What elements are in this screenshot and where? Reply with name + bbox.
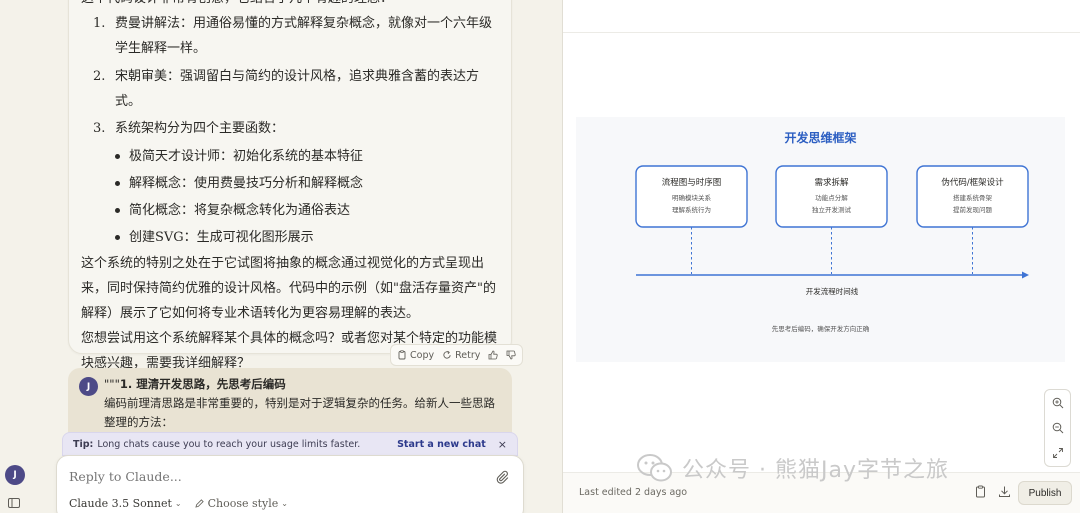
bullet-item: 极简天才设计师：初始化系统的基本特征 <box>115 143 501 170</box>
bullet-dot-icon <box>115 154 120 159</box>
timeline-label: 开发流程时间线 <box>806 286 859 296</box>
wechat-logo-icon <box>637 454 672 482</box>
style-selector[interactable]: Choose style ⌄ <box>194 497 288 510</box>
diagram-preview: 开发思维框架 流程图与时序图 明确模块关系 理解系统行为 需求拆解 功能点分解 … <box>576 117 1065 362</box>
assistant-message: 这个代码设计非常有创意，它结合了几个有趣的理念： 1. 费曼讲解法：用通俗易懂的… <box>68 0 512 371</box>
intro-text: 这个代码设计非常有创意，它结合了几个有趣的理念： <box>81 0 501 11</box>
retry-button[interactable]: Retry <box>442 350 480 361</box>
thumbs-down-button[interactable] <box>506 350 517 360</box>
usage-tip-banner: Tip: Long chats cause you to reach your … <box>62 432 518 456</box>
reply-input[interactable] <box>69 469 469 484</box>
assistant-message-text: 这个代码设计非常有创意，它结合了几个有趣的理念： 1. 费曼讲解法：用通俗易懂的… <box>81 0 501 376</box>
bullet-item: 解释概念：使用费曼技巧分析和解释概念 <box>115 170 501 197</box>
zoom-controls <box>1044 389 1071 467</box>
ordered-item: 3. 系统架构分为四个主要函数： <box>93 121 285 136</box>
bullet-item: 简化概念：将复杂概念转化为通俗表达 <box>115 197 501 224</box>
box-line: 搭建系统骨架 <box>953 193 993 202</box>
chat-pane: 这个代码设计非常有创意，它结合了几个有趣的理念： 1. 费曼讲解法：用通俗易懂的… <box>0 0 562 513</box>
paperclip-icon[interactable] <box>495 470 509 484</box>
watermark-text: 公众号 · 熊猫Jay字节之旅 <box>682 458 949 483</box>
publish-button[interactable]: Publish <box>1018 481 1072 505</box>
box-line: 提前发现问题 <box>953 205 993 214</box>
ordered-item: 2. 宋朝审美：强调留白与简约的设计风格，追求典雅含蓄的表达方式。 <box>93 69 480 109</box>
model-selector[interactable]: Claude 3.5 Sonnet ⌄ <box>69 497 182 510</box>
watermark: 公众号 · 熊猫Jay字节之旅 <box>636 450 949 486</box>
chevron-down-icon: ⌄ <box>281 499 288 508</box>
app-window: 这个代码设计非常有创意，它结合了几个有趣的理念： 1. 费曼讲解法：用通俗易懂的… <box>0 0 1080 513</box>
diagram-title: 开发思维框架 <box>784 130 856 145</box>
box-title: 伪代码/框架设计 <box>941 177 1004 188</box>
thumbs-up-icon <box>488 350 499 360</box>
arrow-head-icon <box>1022 271 1029 279</box>
download-icon[interactable] <box>998 485 1011 498</box>
reply-composer: Claude 3.5 Sonnet ⌄ Choose style ⌄ <box>56 455 524 513</box>
sidebar-toggle-icon[interactable] <box>8 498 20 508</box>
tip-label: Tip: <box>73 438 94 450</box>
message-actions: Copy Retry <box>390 344 524 366</box>
last-edited-text: Last edited 2 days ago <box>579 487 688 498</box>
thumbs-up-button[interactable] <box>488 350 499 360</box>
expand-icon[interactable] <box>1052 447 1064 459</box>
copy-button[interactable]: Copy <box>397 350 434 361</box>
zoom-out-icon[interactable] <box>1052 422 1064 434</box>
box-line: 理解系统行为 <box>672 205 711 214</box>
zoom-in-icon[interactable] <box>1052 397 1064 409</box>
tip-text: Long chats cause you to reach your usage… <box>97 438 361 450</box>
clipboard-icon <box>398 350 406 360</box>
box-line: 独立开发测试 <box>812 205 852 214</box>
thumbs-down-icon <box>506 350 517 360</box>
divider <box>563 32 1080 33</box>
clipboard-icon[interactable] <box>974 485 987 498</box>
retry-icon <box>443 350 451 359</box>
diagram-footnote: 先思考后编码，确保开发方向正确 <box>772 324 870 333</box>
box-title: 流程图与时序图 <box>662 177 722 188</box>
user-message-text: """1. 理清开发思路，先思考后编码 编码前理清思路是非常重要的，特别是对于逻… <box>104 377 495 429</box>
box-line: 功能点分解 <box>815 193 848 202</box>
account-avatar[interactable]: J <box>5 465 25 485</box>
composer-options: Claude 3.5 Sonnet ⌄ Choose style ⌄ <box>69 497 288 510</box>
bullet-dot-icon <box>115 235 120 240</box>
bullet-dot-icon <box>115 181 120 186</box>
paragraph: 这个系统的特别之处在于它试图将抽象的概念通过视觉化的方式呈现出来，同时保持简约优… <box>81 256 496 321</box>
close-tip-button[interactable]: × <box>498 438 507 451</box>
bullet-item: 创建SVG：生成可视化图形展示 <box>115 224 501 251</box>
user-avatar: J <box>79 377 98 396</box>
ordered-item: 1. 费曼讲解法：用通俗易懂的方式解释复杂概念，就像对一个六年级学生解释一样。 <box>93 16 493 56</box>
artifact-pane: 开发思维框架 流程图与时序图 明确模块关系 理解系统行为 需求拆解 功能点分解 … <box>562 0 1080 513</box>
bullet-dot-icon <box>115 208 120 213</box>
chevron-down-icon: ⌄ <box>174 499 182 508</box>
framework-diagram: 开发思维框架 流程图与时序图 明确模块关系 理解系统行为 需求拆解 功能点分解 … <box>635 130 1029 333</box>
pen-icon <box>194 499 204 508</box>
start-new-chat-link[interactable]: Start a new chat <box>397 439 486 450</box>
bullet-list: 极简天才设计师：初始化系统的基本特征 解释概念：使用费曼技巧分析和解释概念 简化… <box>81 143 501 251</box>
box-title: 需求拆解 <box>814 177 849 188</box>
box-line: 明确模块关系 <box>672 193 712 202</box>
